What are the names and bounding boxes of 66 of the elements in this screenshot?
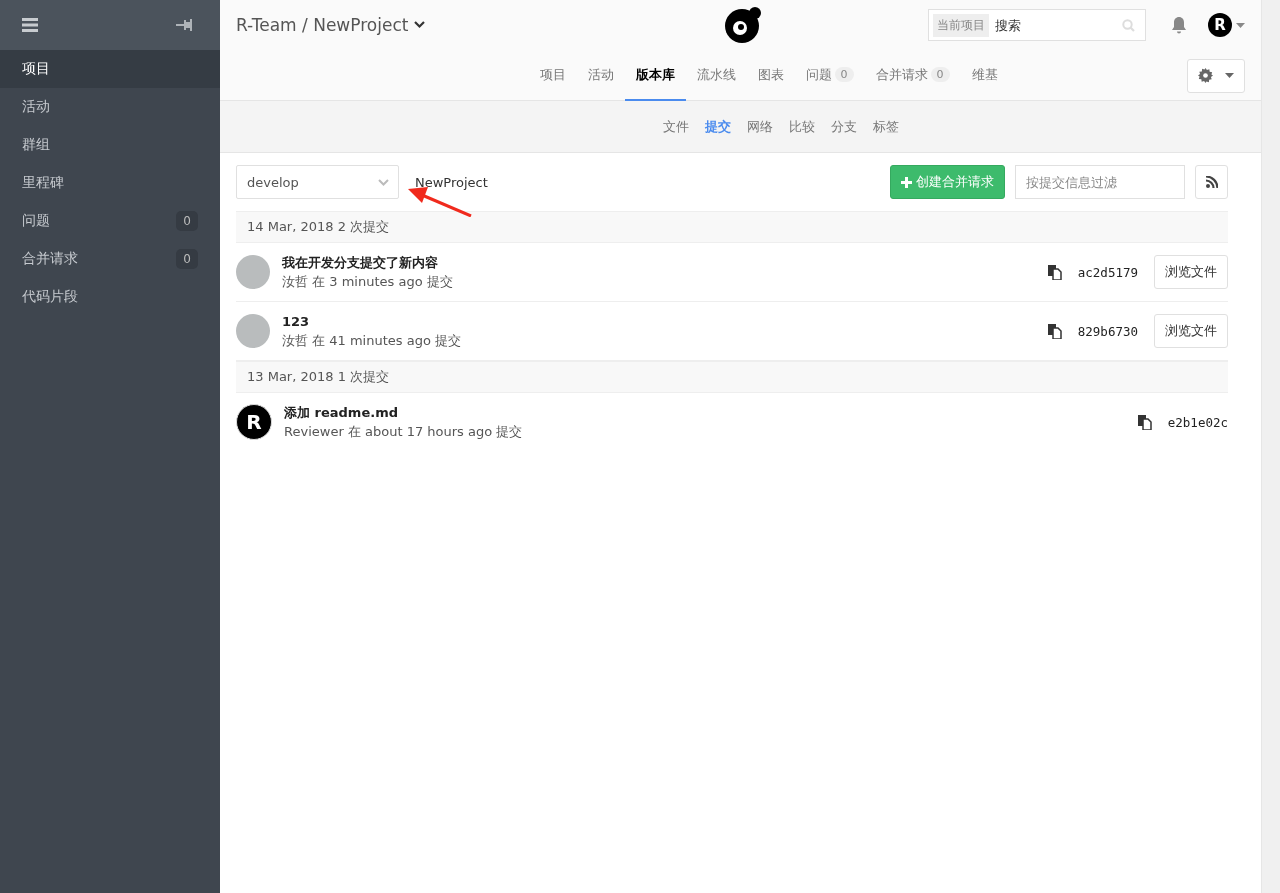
nav-tab[interactable]: 合并请求 0 xyxy=(864,50,961,101)
commit-title[interactable]: 123 xyxy=(282,312,1048,331)
copy-icon[interactable] xyxy=(1137,414,1152,430)
search-scope-label: 当前项目 xyxy=(933,13,989,37)
scrollbar[interactable] xyxy=(1261,0,1280,893)
sidebar-item[interactable]: 问题 0 xyxy=(0,202,220,240)
commit-meta: Reviewer 在 about 17 hours ago 提交 xyxy=(284,423,524,441)
caret-icon xyxy=(1236,22,1245,28)
nav-tab[interactable]: 图表 xyxy=(746,50,795,101)
chevron-icon xyxy=(378,178,389,186)
user-menu[interactable]: R xyxy=(1208,13,1245,37)
caret-icon xyxy=(1225,73,1234,78)
subnav-tab[interactable]: 提交 xyxy=(696,117,739,136)
menu-icon[interactable] xyxy=(22,18,38,32)
settings-icon xyxy=(1198,68,1213,83)
browse-files-button[interactable]: 浏览文件 xyxy=(1154,314,1228,348)
avatar-placeholder xyxy=(236,255,270,289)
project-name: NewProject xyxy=(415,174,488,190)
commit-sha[interactable]: 829b6730 xyxy=(1077,323,1138,339)
copy-icon[interactable] xyxy=(1047,264,1062,280)
subnav-tab[interactable]: 比较 xyxy=(780,117,823,136)
user-avatar: R xyxy=(236,404,272,440)
nav-tab[interactable]: 维基 xyxy=(960,50,1009,101)
sidebar-item[interactable]: 群组 xyxy=(0,126,220,164)
nav-tab[interactable]: 流水线 xyxy=(685,50,747,101)
logo-icon[interactable] xyxy=(724,6,762,44)
date-header: 14 Mar, 2018 2 次提交 xyxy=(236,211,1228,243)
subnav-tab[interactable]: 标签 xyxy=(864,117,907,136)
bell-icon[interactable] xyxy=(1170,16,1188,34)
branch-dropdown[interactable]: develop xyxy=(236,165,399,199)
nav-tab[interactable]: 问题 0 xyxy=(794,50,865,101)
subnav-tab[interactable]: 网络 xyxy=(738,117,781,136)
filter-input[interactable]: 按提交信息过滤 xyxy=(1015,165,1185,199)
rss-button[interactable] xyxy=(1195,165,1228,199)
commit-sha[interactable]: ac2d5179 xyxy=(1077,264,1138,280)
copy-icon[interactable] xyxy=(1047,323,1062,339)
settings-button[interactable] xyxy=(1187,58,1245,93)
search-icon xyxy=(1122,18,1135,32)
pin-icon[interactable] xyxy=(176,19,194,31)
user-avatar: R xyxy=(1208,13,1232,37)
count-badge: 0 xyxy=(176,249,198,269)
sidebar-item[interactable]: 里程碑 xyxy=(0,164,220,202)
sidebar-item[interactable]: 代码片段 xyxy=(0,278,220,316)
browse-files-button[interactable]: 浏览文件 xyxy=(1154,255,1228,289)
rss-icon xyxy=(1205,176,1218,188)
sidebar-item[interactable]: 项目 xyxy=(0,50,220,88)
sidebar-item[interactable]: 活动 xyxy=(0,88,220,126)
count-badge: 0 xyxy=(834,67,854,82)
subnav-tab[interactable]: 文件 xyxy=(654,117,697,136)
plus-icon xyxy=(901,176,912,188)
commit-sha[interactable]: e2b1e02c xyxy=(1167,414,1228,430)
nav-tab[interactable]: 活动 xyxy=(576,50,625,101)
subnav-tab[interactable]: 分支 xyxy=(822,117,865,136)
avatar-placeholder xyxy=(236,314,270,348)
commit-meta: 汝哲 在 41 minutes ago 提交 xyxy=(282,332,462,350)
chevron-icon xyxy=(414,21,426,29)
commit-title[interactable]: 添加 readme.md xyxy=(284,403,1138,422)
date-header: 13 Mar, 2018 1 次提交 xyxy=(236,361,1228,393)
sidebar-item[interactable]: 合并请求 0 xyxy=(0,240,220,278)
commit-meta: 汝哲 在 3 minutes ago 提交 xyxy=(282,273,454,291)
search-field[interactable]: 当前项目 搜索 xyxy=(928,9,1146,41)
project-breadcrumb[interactable]: R-Team / NewProject xyxy=(236,15,426,35)
count-badge: 0 xyxy=(930,67,950,82)
commit-title[interactable]: 我在开发分支提交了新内容 xyxy=(282,253,1048,272)
nav-tab[interactable]: 项目 xyxy=(528,50,577,101)
count-badge: 0 xyxy=(176,211,198,231)
